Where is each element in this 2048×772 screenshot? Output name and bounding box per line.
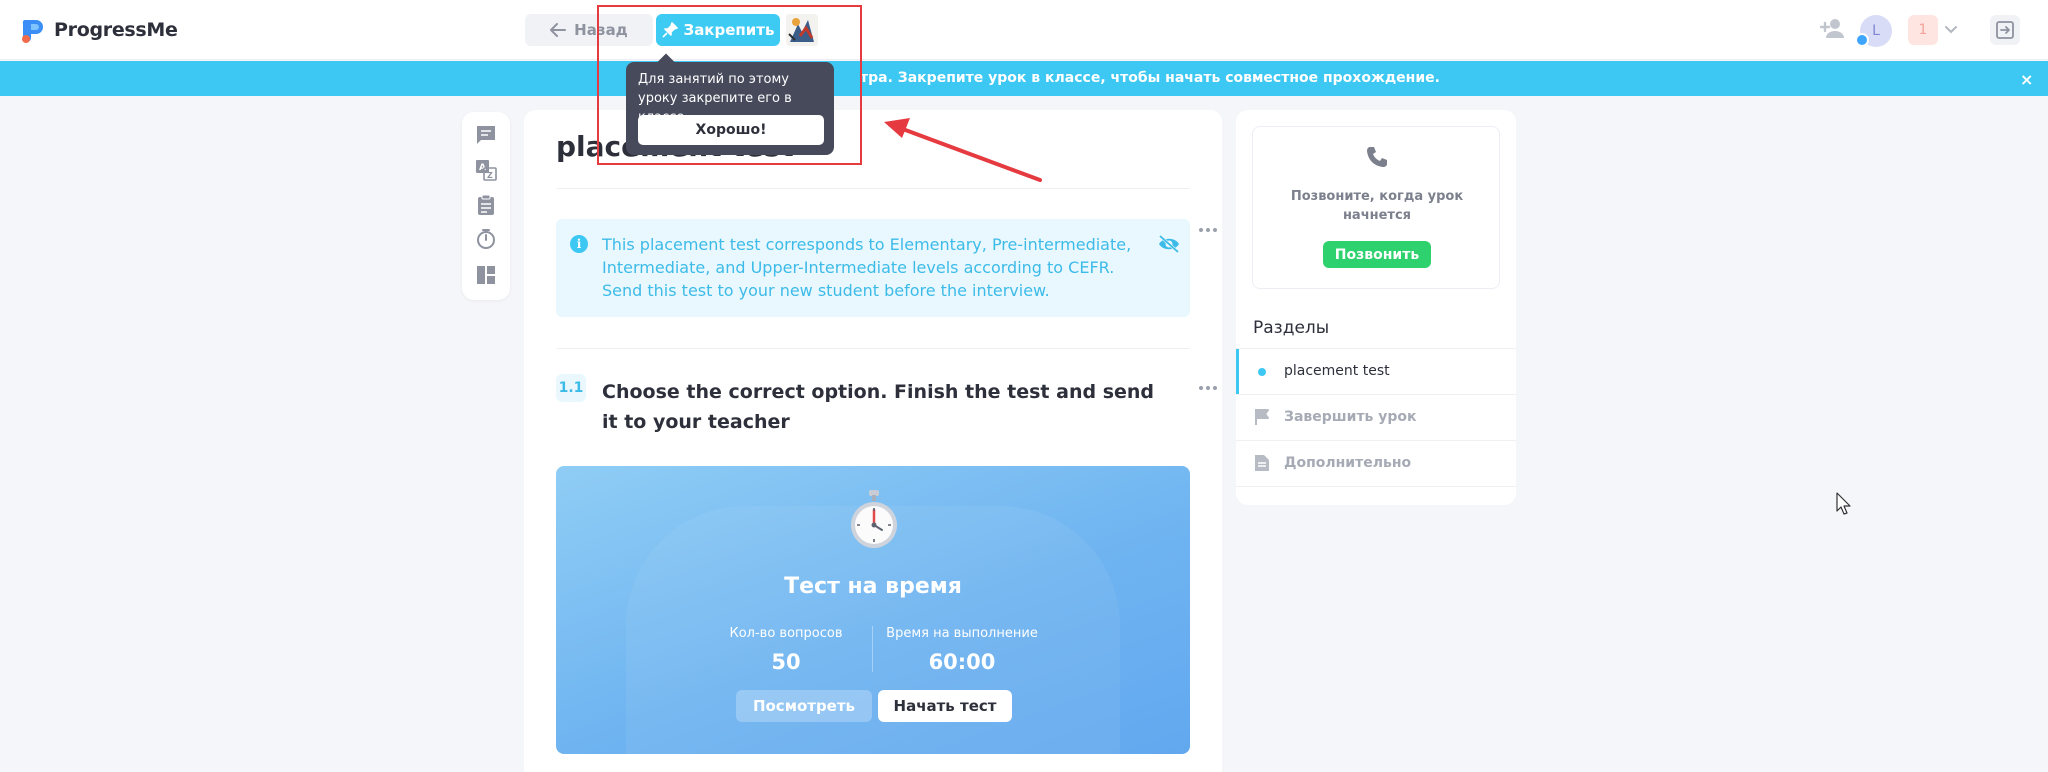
stopwatch-icon [851,490,897,548]
questions-label: Кол-во вопросов [729,626,843,641]
call-button[interactable]: Позвонить [1323,241,1431,268]
logo-text: ProgressMe [54,19,178,41]
info-line: This placement test corresponds to Eleme… [602,235,1132,254]
timer-icon[interactable] [475,228,497,250]
start-test-button[interactable]: Начать тест [878,690,1012,722]
section-item-placement-test[interactable]: placement test [1236,348,1516,395]
info-icon: i [570,235,588,253]
exercise-number: 1.1 [556,374,586,402]
tool-rail: A Z [462,112,510,300]
exit-button[interactable] [1990,15,2020,45]
online-badge-icon [1855,33,1869,47]
layout-icon[interactable] [475,264,497,286]
progressme-logo-icon [22,20,43,43]
arrow-left-icon [550,23,567,37]
exercise-title: Choose the correct option. Finish the te… [602,381,1155,433]
call-text: Позвоните, когда урок начнется [1253,187,1501,225]
side-panel: Позвоните, когда урок начнется Позвонить… [1236,110,1516,505]
add-user-icon[interactable] [1820,17,1846,39]
call-box: Позвоните, когда урок начнется Позвонить [1252,126,1500,289]
view-button[interactable]: Посмотреть [736,690,872,722]
clipboard-icon[interactable] [475,194,497,216]
eye-off-icon[interactable] [1157,235,1181,253]
block-menu-button[interactable] [1194,219,1222,241]
exercise-menu-button[interactable] [1194,377,1222,399]
divider [556,348,1190,349]
info-text: This placement test corresponds to Eleme… [602,233,1142,302]
call-text-line: Позвоните, когда урок [1290,189,1464,204]
phone-icon [1367,147,1387,167]
notification-counter[interactable]: 1 [1908,15,1938,45]
top-bar: ProgressMe Назад Закрепить L 1 [0,0,2048,60]
document-icon [1255,455,1269,471]
stat-separator [872,626,873,672]
svg-text:Z: Z [487,171,493,180]
active-indicator [1236,349,1239,395]
test-title: Тест на время [784,574,962,599]
section-label: Завершить урок [1284,409,1417,425]
questions-value: 50 [771,650,801,674]
call-text-line: начнется [1342,208,1412,223]
mouse-cursor-icon [1836,492,1851,515]
exit-icon [1996,21,2014,39]
banner-text: тра. Закрепите урок в классе, чтобы нача… [860,70,1440,86]
timed-test-card: Тест на время Кол-во вопросов 50 Время н… [556,466,1190,754]
sections-title: Разделы [1253,318,1330,338]
info-line: Send this test to your new student befor… [602,281,1050,300]
info-banner: тра. Закрепите урок в классе, чтобы нача… [0,61,2048,96]
info-line: Intermediate, and Upper-Intermediate lev… [602,258,1115,277]
banner-close-icon[interactable]: × [2020,70,2033,89]
divider [1236,486,1516,487]
chat-icon[interactable] [475,124,497,146]
section-label: placement test [1284,363,1390,379]
flag-icon [1255,409,1269,425]
chevron-down-icon[interactable] [1944,20,1958,40]
time-value: 60:00 [928,650,996,674]
section-item-additional[interactable]: Дополнительно [1236,440,1516,486]
translate-icon[interactable]: A Z [475,159,497,181]
dot-icon [1258,368,1266,376]
section-item-finish-lesson[interactable]: Завершить урок [1236,394,1516,440]
lesson-content: placement test i This placement test cor… [524,110,1222,772]
logo[interactable]: ProgressMe [18,16,178,44]
time-label: Время на выполнение [886,626,1038,641]
divider [556,188,1190,189]
annotation-highlight-box [597,5,862,165]
info-block: i This placement test corresponds to Ele… [556,219,1190,317]
section-label: Дополнительно [1284,455,1412,471]
